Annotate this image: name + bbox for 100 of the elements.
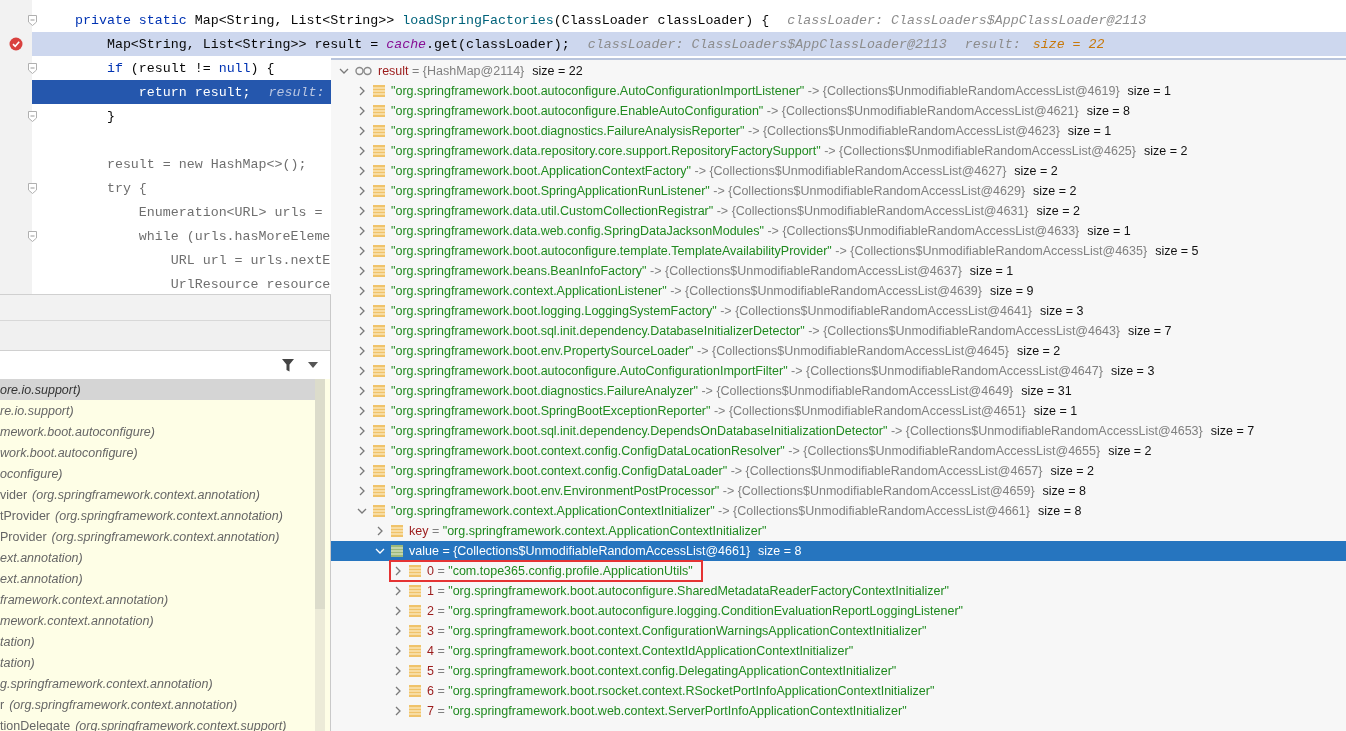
code-line: if (result != null) { xyxy=(105,60,275,76)
field-icon xyxy=(373,345,385,357)
collapse-chevron-icon[interactable] xyxy=(375,546,385,556)
tree-row[interactable]: "org.springframework.boot.env.PropertySourceLoader" -> {Collections$UnmodifiableRandomAccessList@4645} size = 2 xyxy=(331,341,1346,361)
collapse-chevron-icon[interactable] xyxy=(339,66,349,76)
expand-chevron-icon[interactable] xyxy=(357,146,367,156)
tree-row[interactable]: "org.springframework.boot.autoconfigure.AutoConfigurationImportListener" -> {Collections$UnmodifiableRandomAccessList@4619} size = 1 xyxy=(331,81,1346,101)
tree-row[interactable]: value = {Collections$UnmodifiableRandomAccessList@4661} size = 8 xyxy=(331,541,1346,561)
expand-chevron-icon[interactable] xyxy=(393,626,403,636)
tree-row[interactable]: "org.springframework.boot.autoconfigure.AutoConfigurationImportFilter" -> {Collections$UnmodifiableRandomAccessList@4647} size = 3 xyxy=(331,361,1346,381)
stack-frame[interactable]: r (org.springframework.context.annotation) xyxy=(0,694,315,715)
stack-frame[interactable]: vider (org.springframework.context.annotation) xyxy=(0,484,315,505)
tree-row[interactable]: result = {HashMap@2114} size = 22 xyxy=(331,61,1346,81)
expand-chevron-icon[interactable] xyxy=(357,306,367,316)
expand-chevron-icon[interactable] xyxy=(357,286,367,296)
stack-frame[interactable]: mework.context.annotation) xyxy=(0,610,315,631)
expand-chevron-icon[interactable] xyxy=(357,386,367,396)
stack-frame[interactable]: work.boot.autoconfigure) xyxy=(0,442,315,463)
expand-chevron-icon[interactable] xyxy=(393,566,403,576)
expand-chevron-icon[interactable] xyxy=(357,446,367,456)
fold-icon[interactable] xyxy=(27,14,37,26)
stack-frame[interactable]: ext.annotation) xyxy=(0,568,315,589)
tree-row[interactable]: 7 = "org.springframework.boot.web.context.ServerPortInfoApplicationContextInitializer" xyxy=(331,701,1346,721)
tree-row[interactable]: "org.springframework.beans.BeanInfoFactory" -> {Collections$UnmodifiableRandomAccessList@4637} size = 1 xyxy=(331,261,1346,281)
tree-row[interactable]: "org.springframework.boot.env.EnvironmentPostProcessor" -> {Collections$UnmodifiableRandomAccessList@4659} size = 8 xyxy=(331,481,1346,501)
tree-row[interactable]: 1 = "org.springframework.boot.autoconfigure.SharedMetadataReaderFactoryContextInitializer" xyxy=(331,581,1346,601)
expand-chevron-icon[interactable] xyxy=(357,406,367,416)
stack-frame[interactable]: Provider (org.springframework.context.annotation) xyxy=(0,526,315,547)
stack-frame[interactable]: tProvider (org.springframework.context.annotation) xyxy=(0,505,315,526)
expand-chevron-icon[interactable] xyxy=(357,266,367,276)
tree-row[interactable]: "org.springframework.boot.diagnostics.FailureAnalysisReporter" -> {Collections$UnmodifiableRandomAccessList@4623} size = 1 xyxy=(331,121,1346,141)
fold-icon[interactable] xyxy=(27,230,37,242)
expand-chevron-icon[interactable] xyxy=(357,86,367,96)
expand-chevron-icon[interactable] xyxy=(393,706,403,716)
scrollbar[interactable] xyxy=(315,379,325,731)
expand-chevron-icon[interactable] xyxy=(357,366,367,376)
tree-row[interactable]: 3 = "org.springframework.boot.context.ConfigurationWarningsApplicationContextInitializer" xyxy=(331,621,1346,641)
expand-chevron-icon[interactable] xyxy=(357,346,367,356)
tree-row[interactable]: 5 = "org.springframework.boot.context.config.DelegatingApplicationContextInitializer" xyxy=(331,661,1346,681)
collapse-chevron-icon[interactable] xyxy=(357,506,367,516)
expand-chevron-icon[interactable] xyxy=(375,526,385,536)
tree-row[interactable]: "org.springframework.context.ApplicationListener" -> {Collections$UnmodifiableRandomAccessList@4639} size = 9 xyxy=(331,281,1346,301)
stack-frame[interactable]: mework.boot.autoconfigure) xyxy=(0,421,315,442)
tree-row[interactable]: "org.springframework.boot.ApplicationContextFactory" -> {Collections$UnmodifiableRandomAccessList@4627} size = 2 xyxy=(331,161,1346,181)
tree-row[interactable]: 4 = "org.springframework.boot.context.ContextIdApplicationContextInitializer" xyxy=(331,641,1346,661)
breakpoint-icon[interactable] xyxy=(9,37,23,51)
expand-chevron-icon[interactable] xyxy=(393,686,403,696)
dropdown-caret-icon[interactable] xyxy=(308,362,318,368)
stack-frame[interactable]: tation) xyxy=(0,631,315,652)
tree-row[interactable]: "org.springframework.boot.sql.init.dependency.DependsOnDatabaseInitializationDetector" -> {Collections$UnmodifiableRandomAccessList@4653} size = 7 xyxy=(331,421,1346,441)
filter-icon[interactable] xyxy=(282,358,294,372)
expand-chevron-icon[interactable] xyxy=(357,426,367,436)
tree-row[interactable]: "org.springframework.boot.autoconfigure.EnableAutoConfiguration" -> {Collections$UnmodifiableRandomAccessList@4621} size = 8 xyxy=(331,101,1346,121)
expand-chevron-icon[interactable] xyxy=(357,226,367,236)
expand-chevron-icon[interactable] xyxy=(357,246,367,256)
tree-row[interactable]: 6 = "org.springframework.boot.rsocket.context.RSocketPortInfoApplicationContextInitializer" xyxy=(331,681,1346,701)
tree-row[interactable]: "org.springframework.boot.SpringBootExceptionReporter" -> {Collections$UnmodifiableRandomAccessList@4651} size = 1 xyxy=(331,401,1346,421)
tree-row[interactable]: "org.springframework.data.web.config.SpringDataJacksonModules" -> {Collections$UnmodifiableRandomAccessList@4633} size = 1 xyxy=(331,221,1346,241)
field-icon xyxy=(373,125,385,137)
expand-chevron-icon[interactable] xyxy=(357,206,367,216)
fold-icon[interactable] xyxy=(27,110,37,122)
tree-row[interactable]: "org.springframework.data.repository.core.support.RepositoryFactorySupport" -> {Collections$UnmodifiableRandomAccessList@4625} size = 2 xyxy=(331,141,1346,161)
field-icon xyxy=(391,545,403,557)
tree-row[interactable]: "org.springframework.boot.SpringApplicationRunListener" -> {Collections$UnmodifiableRandomAccessList@4629} size = 2 xyxy=(331,181,1346,201)
code-line: Enumeration<URL> urls = xyxy=(137,204,323,220)
tree-row[interactable]: "org.springframework.boot.context.config.ConfigDataLoader" -> {Collections$UnmodifiableRandomAccessList@4657} size = 2 xyxy=(331,461,1346,481)
expand-chevron-icon[interactable] xyxy=(357,466,367,476)
field-icon xyxy=(373,185,385,197)
expand-chevron-icon[interactable] xyxy=(357,126,367,136)
fold-icon[interactable] xyxy=(27,62,37,74)
tree-row[interactable]: 0 = "com.tope365.config.profile.ApplicationUtils" xyxy=(331,561,1346,581)
expand-chevron-icon[interactable] xyxy=(393,646,403,656)
expand-chevron-icon[interactable] xyxy=(357,166,367,176)
expand-chevron-icon[interactable] xyxy=(393,586,403,596)
tree-row[interactable]: "org.springframework.boot.context.config.ConfigDataLocationResolver" -> {Collections$UnmodifiableRandomAccessList@4655} size = 2 xyxy=(331,441,1346,461)
tree-row[interactable]: "org.springframework.boot.autoconfigure.template.TemplateAvailabilityProvider" -> {Collections$UnmodifiableRandomAccessList@4635} size = 5 xyxy=(331,241,1346,261)
tree-row[interactable]: "org.springframework.context.ApplicationContextInitializer" -> {Collections$UnmodifiableRandomAccessList@4661} size = 8 xyxy=(331,501,1346,521)
tree-row[interactable]: 2 = "org.springframework.boot.autoconfigure.logging.ConditionEvaluationReportLoggingListener" xyxy=(331,601,1346,621)
stack-frame[interactable]: tation) xyxy=(0,652,315,673)
stack-frame[interactable]: oconfigure) xyxy=(0,463,315,484)
inline-hint: result: xyxy=(268,84,325,100)
expand-chevron-icon[interactable] xyxy=(357,486,367,496)
tree-row[interactable]: key = "org.springframework.context.ApplicationContextInitializer" xyxy=(331,521,1346,541)
expand-chevron-icon[interactable] xyxy=(357,326,367,336)
fold-icon[interactable] xyxy=(27,182,37,194)
stack-frame[interactable]: re.io.support) xyxy=(0,400,315,421)
stack-frame[interactable]: ext.annotation) xyxy=(0,547,315,568)
expand-chevron-icon[interactable] xyxy=(393,606,403,616)
field-icon xyxy=(373,225,385,237)
tree-row[interactable]: "org.springframework.boot.sql.init.dependency.DatabaseInitializerDetector" -> {Collections$UnmodifiableRandomAccessList@4643} size = 7 xyxy=(331,321,1346,341)
expand-chevron-icon[interactable] xyxy=(357,106,367,116)
tree-row[interactable]: "org.springframework.boot.diagnostics.FailureAnalyzer" -> {Collections$UnmodifiableRandomAccessList@4649} size = 31 xyxy=(331,381,1346,401)
expand-chevron-icon[interactable] xyxy=(393,666,403,676)
stack-frame[interactable]: g.springframework.context.annotation) xyxy=(0,673,315,694)
expand-chevron-icon[interactable] xyxy=(357,186,367,196)
tree-row[interactable]: "org.springframework.data.util.CustomCollectionRegistrar" -> {Collections$UnmodifiableRandomAccessList@4631} size = 2 xyxy=(331,201,1346,221)
stack-frame[interactable]: framework.context.annotation) xyxy=(0,589,315,610)
watch-icon xyxy=(355,65,372,77)
tree-row[interactable]: "org.springframework.boot.logging.LoggingSystemFactory" -> {Collections$UnmodifiableRandomAccessList@4641} size = 3 xyxy=(331,301,1346,321)
stack-frame[interactable]: ore.io.support) xyxy=(0,379,315,400)
